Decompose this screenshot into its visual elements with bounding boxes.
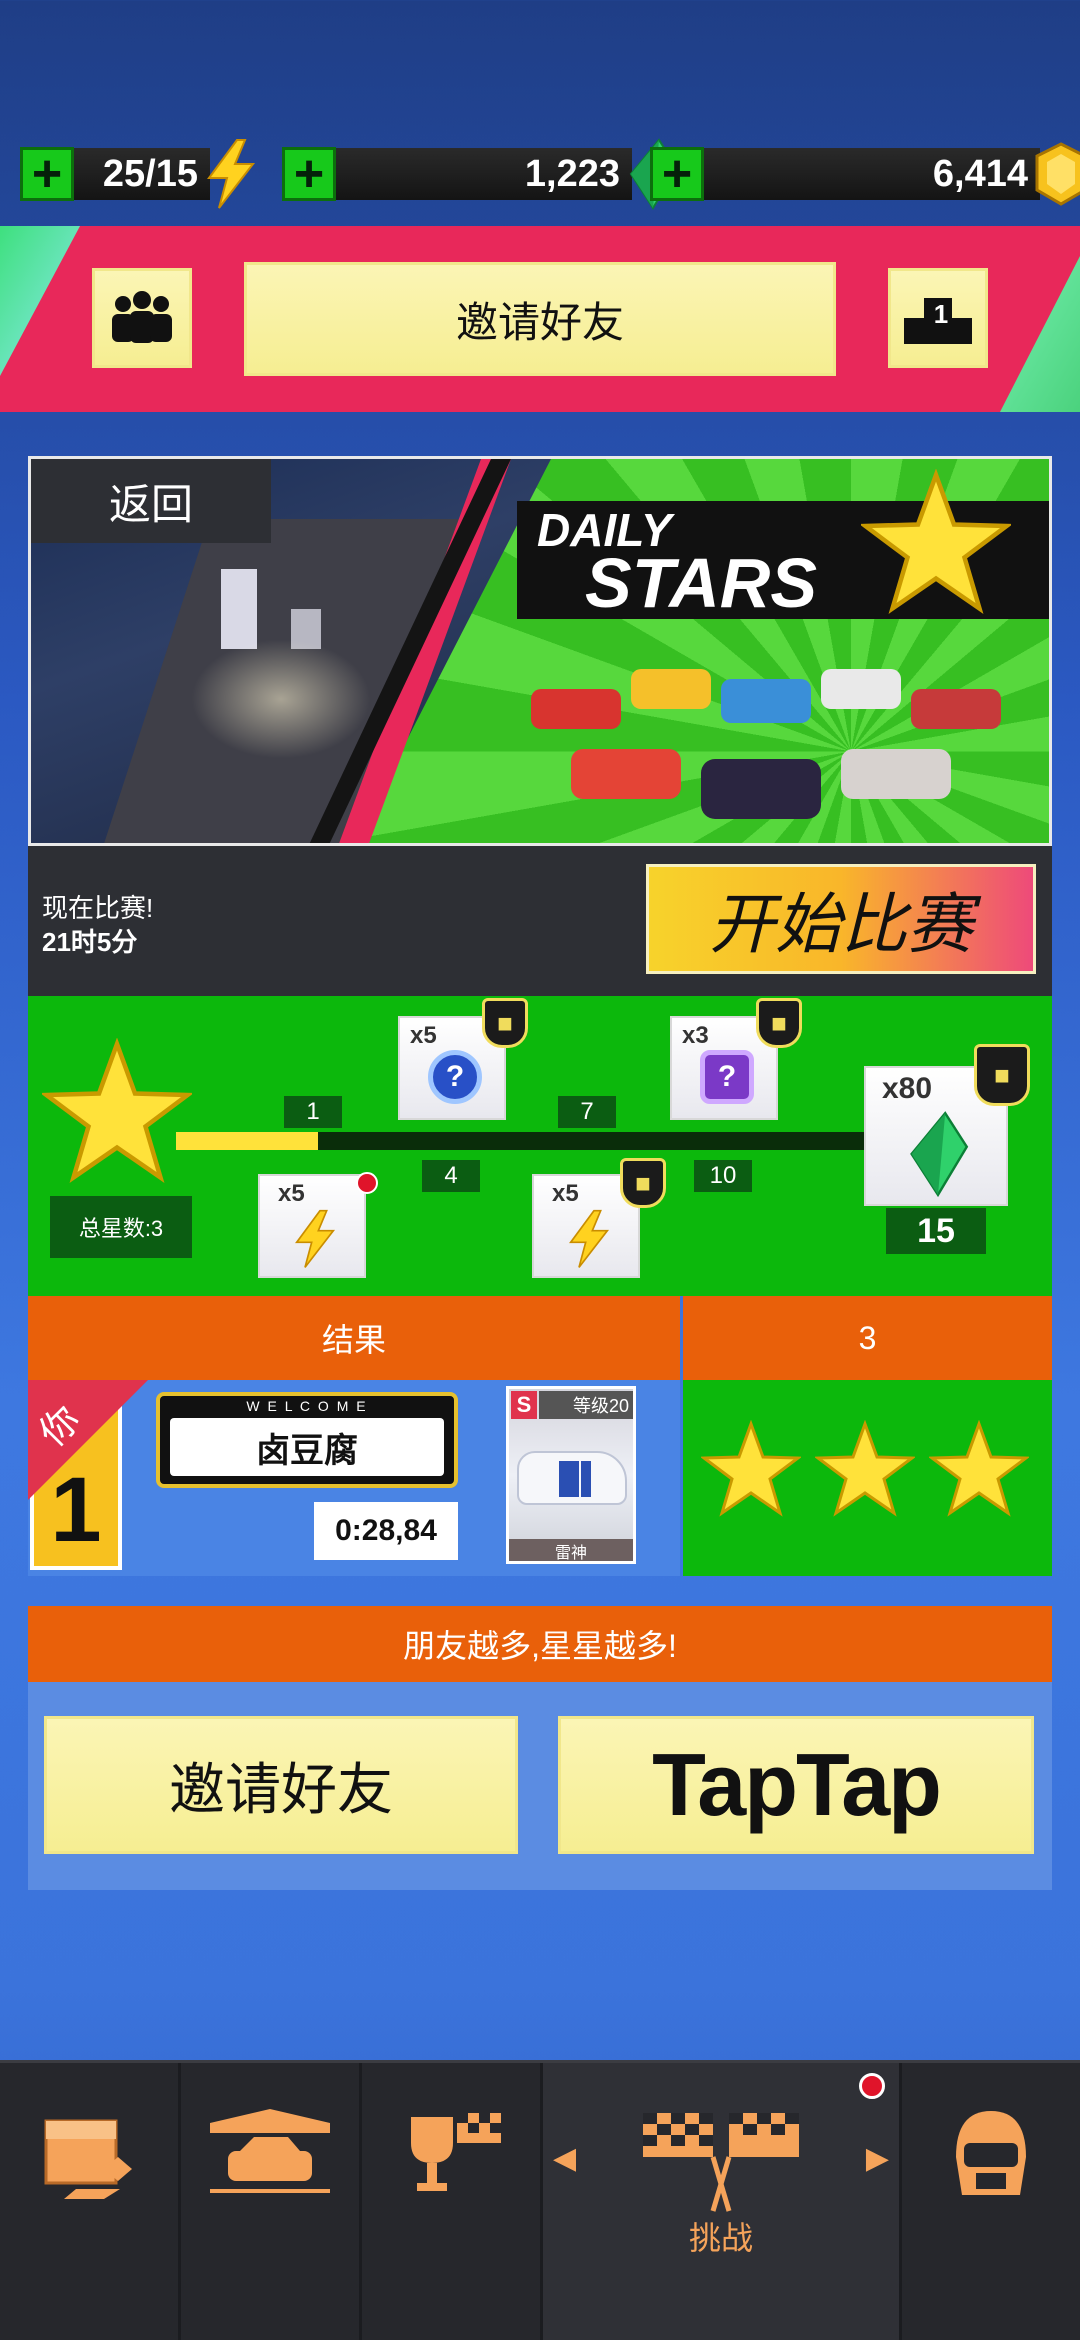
question-mark-icon: ?: [700, 1050, 754, 1104]
reward-quantity: x3: [682, 1022, 709, 1049]
notification-dot: [356, 1172, 378, 1194]
daily-stars-event-card: DAILY STARS 返回 现在比赛! 21时5分 开始比赛 总星数:3 1 …: [28, 456, 1052, 1890]
shop-icon: [44, 2119, 132, 2199]
time-left-text: 21时5分: [42, 927, 138, 957]
garage-icon: [210, 2109, 330, 2193]
car-image: [517, 1451, 627, 1505]
lightning-icon: [207, 139, 256, 209]
car-name: 雷神: [509, 1539, 633, 1562]
stars-header: 3: [683, 1296, 1052, 1380]
energy-value: 25/15: [70, 148, 210, 200]
earned-star-icon: [815, 1420, 915, 1517]
question-mark-icon: ?: [428, 1050, 482, 1104]
add-gems-button[interactable]: +: [282, 147, 336, 201]
coins-value: 6,414: [700, 148, 1040, 200]
gold-coin-icon: [1035, 142, 1080, 206]
final-milestone: 15: [886, 1208, 986, 1254]
player-name: 卤豆腐: [170, 1418, 444, 1476]
gem-counter: + 1,223: [282, 138, 684, 210]
nav-garage[interactable]: [181, 2063, 362, 2340]
progress-panel: 总星数:3 1 7 4 10 x5 ? ■ x3 ? ■ x5 x5 ■ x80…: [28, 996, 1052, 1296]
reward-energy-1[interactable]: x5: [258, 1174, 366, 1278]
helmet-icon: [956, 2111, 1026, 2195]
rank-number: 1: [933, 299, 949, 329]
results-header: 结果: [28, 1296, 680, 1380]
race-time: 0:28,84: [314, 1502, 458, 1560]
taptap-button[interactable]: TapTap: [558, 1716, 1034, 1854]
leaderboard-button[interactable]: 1: [888, 268, 988, 368]
gems-value: 1,223: [332, 148, 632, 200]
race-now-text: 现在比赛!: [42, 893, 154, 923]
friends-promo-banner: 朋友越多,星星越多!: [28, 1606, 1052, 1682]
bottom-nav: ◀ ▶ 挑战: [0, 2060, 1080, 2340]
total-stars-label: 总星数:3: [50, 1196, 192, 1258]
nav-cups[interactable]: [362, 2063, 543, 2340]
friends-icon: [112, 291, 172, 343]
nav-challenges[interactable]: ◀ ▶ 挑战: [543, 2063, 902, 2340]
lightning-icon: [569, 1209, 610, 1268]
earned-stars: [683, 1380, 1052, 1576]
energy-counter: + 25/15: [20, 138, 262, 210]
trophy-flag-icon: [411, 2113, 501, 2191]
add-energy-button[interactable]: +: [20, 147, 74, 201]
car-card[interactable]: S 等级20 雷神: [506, 1386, 636, 1564]
lock-icon: ■: [974, 1044, 1030, 1106]
nav-profile[interactable]: [902, 2063, 1080, 2340]
milestone-1: 1: [284, 1096, 342, 1128]
invite-friends-button[interactable]: 邀请好友: [44, 1716, 518, 1854]
hero-star-icon: [861, 469, 1011, 614]
invite-friends-top-button[interactable]: 邀请好友: [244, 262, 836, 376]
friends-panel: 邀请好友 TapTap: [28, 1682, 1052, 1890]
milestone-10: 10: [694, 1160, 752, 1192]
timer-panel: 现在比赛! 21时5分 开始比赛: [28, 846, 1052, 996]
progress-fill: [176, 1132, 318, 1150]
nav-shop[interactable]: [0, 2063, 181, 2340]
milestone-4: 4: [422, 1160, 480, 1192]
plate-top-text: W E L C O M E: [246, 1398, 368, 1414]
coin-counter: + 6,414: [650, 138, 1080, 210]
chevron-right-icon[interactable]: ▶: [866, 2141, 889, 2176]
progress-track: [176, 1132, 886, 1150]
chevron-left-icon[interactable]: ◀: [553, 2141, 576, 2176]
lock-icon: ■: [756, 998, 802, 1048]
earned-star-icon: [929, 1420, 1029, 1517]
earned-star-icon: [701, 1420, 801, 1517]
friends-button[interactable]: [92, 268, 192, 368]
reward-quantity: x5: [410, 1022, 437, 1049]
car-level: 等级20: [539, 1391, 633, 1419]
add-coins-button[interactable]: +: [650, 147, 704, 201]
lightning-icon: [295, 1209, 336, 1268]
start-race-button[interactable]: 开始比赛: [646, 864, 1036, 974]
event-hero-image: DAILY STARS 返回: [28, 456, 1052, 846]
reward-quantity: x80: [882, 1072, 933, 1105]
car-class-badge: S: [511, 1391, 537, 1419]
lock-icon: ■: [620, 1158, 666, 1208]
result-row: 1 你 W E L C O M E 卤豆腐 0:28,84 S 等级20 雷神: [28, 1380, 680, 1576]
notification-dot: [859, 2073, 885, 2099]
car-pile: [511, 649, 1011, 839]
milestone-7: 7: [558, 1096, 616, 1128]
event-title-line2: STARS: [585, 544, 818, 622]
nav-active-label: 挑战: [688, 2220, 753, 2256]
big-star-icon: [42, 1038, 192, 1183]
license-plate: W E L C O M E 卤豆腐: [156, 1392, 458, 1488]
green-gem-icon: [910, 1111, 969, 1198]
lock-icon: ■: [482, 998, 528, 1048]
checkered-flags-icon: [643, 2113, 799, 2212]
back-button[interactable]: 返回: [31, 459, 271, 543]
